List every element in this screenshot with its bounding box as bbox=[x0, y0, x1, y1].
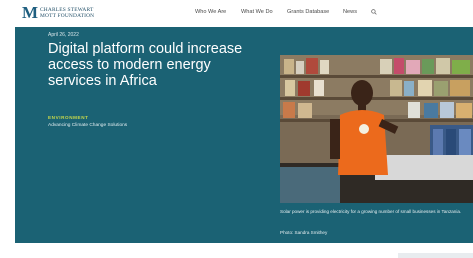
article-headline[interactable]: Digital platform could increase access t… bbox=[48, 41, 253, 89]
shopkeeper-photo-illustration bbox=[280, 55, 473, 203]
foundation-logo-mark[interactable]: M bbox=[22, 4, 38, 21]
logo-line-2: MOTT FOUNDATION bbox=[40, 13, 95, 19]
subcategory-label[interactable]: Advancing Climate Change Solutions bbox=[48, 123, 127, 128]
article-date: April 26, 2022 bbox=[48, 32, 79, 38]
site-header: M CHARLES STEWART MOTT FOUNDATION Who We… bbox=[0, 0, 473, 27]
category-label[interactable]: ENVIRONMENT bbox=[48, 115, 89, 120]
hero-photo bbox=[280, 55, 473, 203]
nav-who-we-are[interactable]: Who We Are bbox=[195, 9, 226, 15]
search-icon[interactable] bbox=[371, 9, 377, 15]
nav-news[interactable]: News bbox=[343, 9, 357, 15]
nav-what-we-do[interactable]: What We Do bbox=[241, 9, 273, 15]
foundation-logo-text[interactable]: CHARLES STEWART MOTT FOUNDATION bbox=[40, 7, 130, 19]
photo-caption: Solar power is providing electricity for… bbox=[280, 209, 462, 214]
bottom-strip bbox=[398, 253, 473, 258]
nav-grants-database[interactable]: Grants Database bbox=[287, 9, 329, 15]
photo-credit: Photo: Sandra Smithey bbox=[280, 230, 328, 235]
